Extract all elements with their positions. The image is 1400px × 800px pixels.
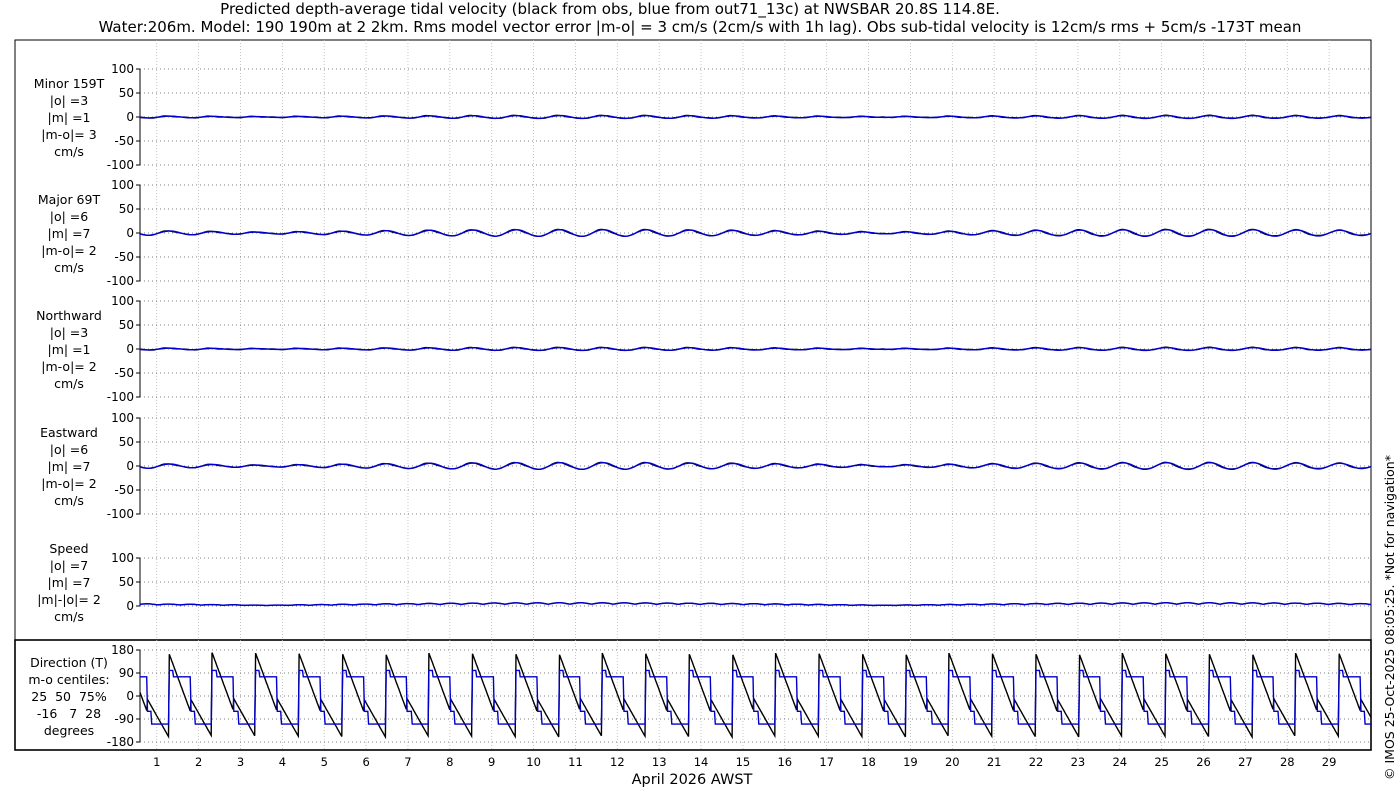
- direction-panel-label: Direction (T) m-o centiles: 25 50 75% -16 7…: [14, 654, 124, 739]
- x-tick-label: 29: [1322, 755, 1337, 769]
- panel-label-line: cm/s: [54, 144, 84, 159]
- x-tick-label: 22: [1029, 755, 1044, 769]
- x-tick-label: 6: [362, 755, 369, 769]
- direction-label-line: m-o centiles:: [28, 672, 110, 687]
- panel-label: Northward |o| =3 |m| =1 |m-o|= 2 cm/s: [14, 307, 124, 392]
- y-tick-label: 0: [126, 110, 134, 124]
- panel-label-line: |m| =1: [47, 342, 91, 357]
- x-tick-label: 28: [1280, 755, 1295, 769]
- x-tick-label: 18: [861, 755, 876, 769]
- y-tick-label: 0: [126, 459, 134, 473]
- y-tick-label: 0: [126, 226, 134, 240]
- panel-label-line: cm/s: [54, 493, 84, 508]
- panel-label-line: |m-o|= 2: [41, 476, 97, 491]
- panel-label-line: |m| =1: [47, 110, 91, 125]
- panel-label-line: Northward: [36, 308, 102, 323]
- panel-label-line: |m-o|= 3: [41, 127, 97, 142]
- copyright-note: © IMOS 25-Oct-2025 08:05:25. *Not for na…: [1382, 455, 1397, 780]
- x-tick-label: 19: [903, 755, 918, 769]
- panel-label-line: |o| =7: [49, 558, 89, 573]
- panel-label-line: Major 69T: [37, 192, 101, 207]
- x-tick-label: 27: [1238, 755, 1253, 769]
- y-tick-label: 100: [111, 62, 134, 76]
- y-tick-label: 100: [111, 178, 134, 192]
- x-tick-label: 10: [526, 755, 541, 769]
- y-tick-label: -100: [107, 274, 134, 288]
- x-tick-label: 13: [652, 755, 667, 769]
- y-tick-label: -100: [107, 158, 134, 172]
- direction-label-line: 25 50 75%: [31, 689, 107, 704]
- model-direction-line: [140, 669, 1371, 725]
- panel-label-line: |o| =6: [49, 209, 89, 224]
- y-tick-label: 0: [126, 689, 134, 703]
- upper-frame: [14, 39, 1372, 641]
- model-series-line: [139, 602, 1372, 607]
- x-tick-label: 14: [694, 755, 709, 769]
- x-tick-label: 11: [568, 755, 583, 769]
- panel-label-line: |o| =3: [49, 93, 89, 108]
- x-tick-label: 17: [819, 755, 834, 769]
- y-tick-label: 100: [111, 294, 134, 308]
- panel-label-line: Minor 159T: [33, 76, 105, 91]
- panel-label-line: cm/s: [54, 260, 84, 275]
- panel-label-line: |o| =6: [49, 442, 89, 457]
- x-tick-label: 21: [987, 755, 1002, 769]
- x-tick-label: 3: [237, 755, 244, 769]
- panel-label-line: |m| =7: [47, 226, 91, 241]
- x-tick-label: 1: [153, 755, 160, 769]
- x-tick-label: 23: [1071, 755, 1086, 769]
- x-tick-label: 9: [488, 755, 495, 769]
- direction-label-line: -16 7 28: [36, 706, 102, 721]
- x-tick-label: 26: [1196, 755, 1211, 769]
- x-tick-label: 16: [777, 755, 792, 769]
- x-tick-label: 2: [195, 755, 202, 769]
- model-series-line: [139, 114, 1372, 120]
- tidal-velocity-chart: 1 2 3 4 5 6 7 8 9 10 11 12 13 14 15 16 17 18 19 20 21 22 23 24 2…: [14, 39, 1372, 788]
- x-axis-label: April 2026 AWST: [632, 772, 753, 788]
- x-tick-label: 20: [945, 755, 960, 769]
- x-tick-label: 8: [446, 755, 453, 769]
- x-tick-label: 25: [1154, 755, 1169, 769]
- direction-label-line: Direction (T): [30, 655, 108, 670]
- y-tick-label: -100: [107, 507, 134, 521]
- panel-label: Eastward |o| =6 |m| =7 |m-o|= 2 cm/s: [14, 424, 124, 509]
- panel-label: Speed |o| =7 |m| =7 |m|-|o|= 2 cm/s: [14, 540, 124, 625]
- y-tick-label: 0: [126, 342, 134, 356]
- panel-label-line: |m-o|= 2: [41, 359, 97, 374]
- panel-label-line: Speed: [49, 541, 89, 556]
- x-tick-label: 12: [610, 755, 625, 769]
- panel-label: Major 69T |o| =6 |m| =7 |m-o|= 2 cm/s: [14, 191, 124, 276]
- panel-label: Minor 159T |o| =3 |m| =1 |m-o|= 3 cm/s: [14, 75, 124, 160]
- y-tick-label: -100: [107, 390, 134, 404]
- panel-label-line: |m-o|= 2: [41, 243, 97, 258]
- x-tick-label: 7: [404, 755, 411, 769]
- x-tick-label: 24: [1112, 755, 1127, 769]
- x-tick-label: 4: [279, 755, 286, 769]
- panel-label-line: |m| =7: [47, 575, 91, 590]
- panel-label-line: |o| =3: [49, 325, 89, 340]
- direction-label-line: degrees: [43, 723, 95, 738]
- x-tick-label: 15: [736, 755, 751, 769]
- panel-label-line: |m| =7: [47, 459, 91, 474]
- y-tick-label: 100: [111, 411, 134, 425]
- y-tick-label: 0: [126, 599, 134, 613]
- panel-label-line: Eastward: [40, 425, 98, 440]
- x-tick-label: 5: [321, 755, 328, 769]
- panel-label-line: cm/s: [54, 609, 84, 624]
- model-series-line: [139, 346, 1372, 352]
- panel-label-line: |m|-|o|= 2: [37, 592, 101, 607]
- panel-label-line: cm/s: [54, 376, 84, 391]
